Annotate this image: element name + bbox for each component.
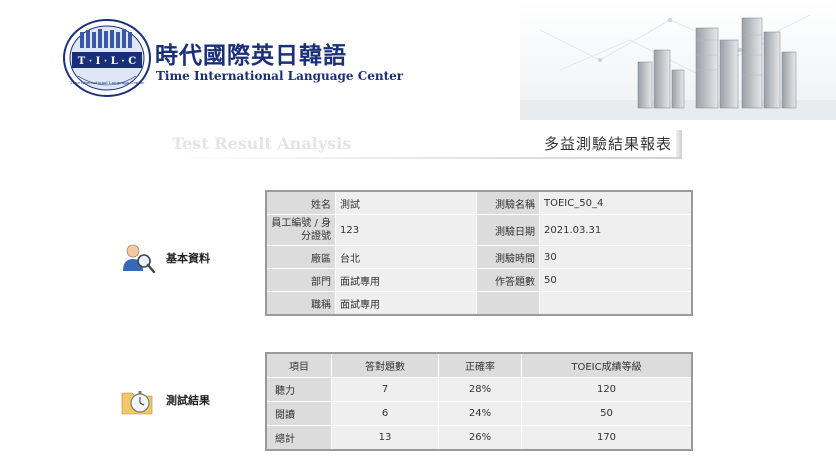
answered-count-label: 作答題數 [476,268,540,292]
banner-ghost-text: Test Result Analysis [172,134,352,153]
banner-shadow [676,130,682,158]
accuracy: 26% [438,425,522,451]
department-value: 面試專用 [335,268,477,292]
accuracy: 28% [438,377,522,402]
brand-title: 時代國際英日韓語 [155,42,347,69]
city-skyline-image [520,0,836,120]
header: T · I · L · C Time International Languag… [0,0,836,120]
table-row: 閱讀 6 24% 50 [265,401,693,426]
svg-text:Time International Language Ce: Time International Language Center [70,80,145,85]
report-title: 多益測驗結果報表 [543,135,672,153]
empty-label [476,291,540,316]
employee-id-value: 123 [335,214,477,246]
correct-count: 7 [331,377,439,402]
banner-underline [166,157,682,159]
table-row: 廠區 台北 測驗時間 30 [265,245,693,269]
employee-id-label: 員工編號 / 身分證號 [265,214,336,246]
table-row: 職稱 面試專用 [265,291,693,316]
header-correct-count: 答對題數 [331,352,439,378]
basic-info-table: 姓名 測試 測驗名稱 TOEIC_50_4 員工編號 / 身分證號 123 測驗… [265,190,693,316]
report-banner: Test Result Analysis 多益測驗結果報表 [166,130,682,159]
svg-text:T · I · L · C: T · I · L · C [78,56,136,67]
site-label: 廠區 [265,245,336,269]
job-title-value: 面試專用 [335,291,477,316]
name-label: 姓名 [265,190,336,215]
site-value: 台北 [335,245,477,269]
tilc-seal-logo: T · I · L · C Time International Languag… [63,19,151,97]
test-name-label: 測驗名稱 [476,190,540,215]
table-row: 聽力 7 28% 120 [265,377,693,402]
empty-value [539,291,693,316]
folder-stopwatch-icon [121,391,153,415]
toeic-score: 170 [521,425,693,451]
name-value: 測試 [335,190,477,215]
header-accuracy: 正確率 [438,352,522,378]
user-search-icon [123,244,156,274]
header-item: 項目 [265,352,332,378]
table-row: 員工編號 / 身分證號 123 測驗日期 2021.03.31 [265,214,693,246]
test-date-value: 2021.03.31 [539,214,693,246]
table-header-row: 項目 答對題數 正確率 TOEIC成績等級 [265,352,693,378]
section-test-results: 測試結果 [120,383,210,417]
section-basic-info: 基本資料 [120,241,210,275]
job-title-label: 職稱 [265,291,336,316]
row-label: 聽力 [265,377,332,402]
toeic-score: 120 [521,377,693,402]
table-row: 部門 面試專用 作答題數 50 [265,268,693,292]
brand-subtitle: Time International Language Center [156,69,404,83]
section-result-label: 測試結果 [166,394,210,407]
test-date-label: 測驗日期 [476,214,540,246]
row-label: 閱讀 [265,401,332,426]
test-time-value: 30 [539,245,693,269]
row-label: 總計 [265,425,332,451]
correct-count: 6 [331,401,439,426]
answered-count-value: 50 [539,268,693,292]
test-results-table: 項目 答對題數 正確率 TOEIC成績等級 聽力 7 28% 120 閱讀 6 … [265,352,693,451]
header-toeic-score: TOEIC成績等級 [521,352,693,378]
table-row: 姓名 測試 測驗名稱 TOEIC_50_4 [265,190,693,215]
toeic-score: 50 [521,401,693,426]
department-label: 部門 [265,268,336,292]
test-time-label: 測驗時間 [476,245,540,269]
correct-count: 13 [331,425,439,451]
section-basic-label: 基本資料 [166,252,210,265]
test-name-value: TOEIC_50_4 [539,190,693,215]
table-row: 總計 13 26% 170 [265,425,693,451]
accuracy: 24% [438,401,522,426]
